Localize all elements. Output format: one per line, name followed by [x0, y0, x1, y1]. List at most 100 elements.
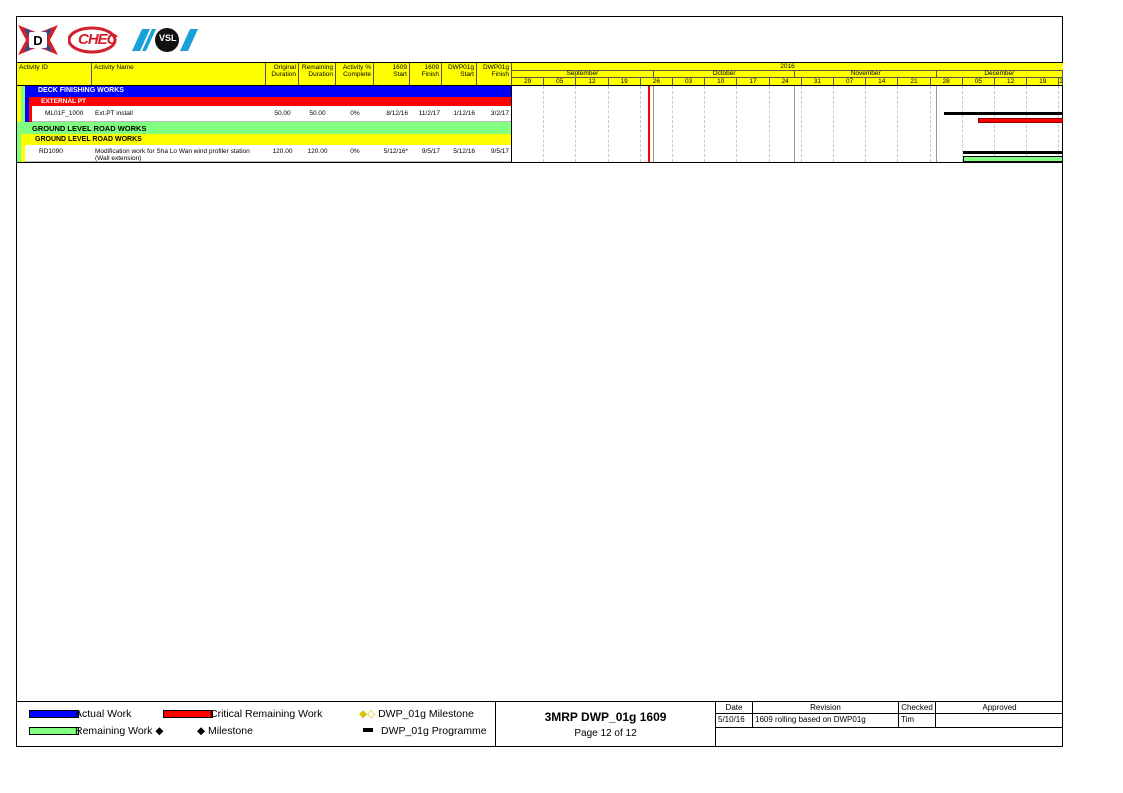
- wbs-ground-level-road-works: GROUND LEVEL ROAD WORKS: [17, 122, 511, 134]
- gantt-week-gridline: [543, 86, 545, 162]
- diamond-icon: ◆: [197, 725, 206, 737]
- timeline-month: November: [795, 70, 938, 78]
- timeline-week: 24: [770, 78, 802, 85]
- timeline-week: 2: [1059, 78, 1064, 85]
- col-activity-name: Activity Name: [92, 63, 266, 85]
- col-remaining-duration: Remaining Duration: [299, 63, 336, 85]
- finish-1609: 9/5/17: [421, 148, 440, 155]
- dwp-programme-bar-ml01f-1000: [944, 112, 1063, 115]
- col-activity-complete: Activity % Complete: [336, 63, 374, 85]
- gantt-month-gridline: [794, 86, 796, 162]
- timeline-week: 12: [576, 78, 609, 85]
- gantt-month-gridline: [652, 86, 654, 162]
- gantt-week-gridline: [865, 86, 867, 162]
- revision-table: Date Revision Checked Approved 5/10/16 1…: [716, 702, 1063, 747]
- activity-name: Ext.PT install: [95, 110, 133, 117]
- gantt-week-gridline: [897, 86, 899, 162]
- table-header: Activity ID Activity Name Original Durati…: [17, 62, 1063, 86]
- gantt-week-gridline: [704, 86, 706, 162]
- activity-id: RD1090: [39, 148, 63, 155]
- timeline-week: 14: [866, 78, 899, 85]
- vsl-logo: VSL: [130, 25, 200, 55]
- original-duration: 120.00: [272, 148, 293, 155]
- table-bottom-border: [17, 162, 1063, 163]
- col-1609-finish: 1609 Finish: [410, 63, 442, 85]
- timeline-week: 26: [641, 78, 673, 85]
- col-dwp-finish: DWP01g Finish: [477, 63, 512, 85]
- timeline-week: 05: [963, 78, 995, 85]
- rev-checked: Tim: [899, 714, 936, 728]
- start-1609: 8/12/16: [386, 110, 408, 117]
- legend-critical-swatch: [163, 710, 213, 718]
- start-dwp: 5/12/16: [453, 148, 475, 155]
- remaining-duration: 50.00: [309, 110, 326, 117]
- activity-complete: 0%: [350, 148, 360, 155]
- gantt-week-gridline: [736, 86, 738, 162]
- wbs-deck-finishing-works: DECK FINISHING WORKS: [17, 86, 511, 97]
- col-dwp-start: DWP01g Start: [442, 63, 477, 85]
- chec-logo: CHEC: [68, 25, 120, 55]
- finish-dwp: 3/2/17: [490, 110, 509, 117]
- timeline-month: December: [937, 70, 1063, 78]
- gantt-month-gridline: [936, 86, 938, 162]
- wbs-ground-level-road-works-sub: GROUND LEVEL ROAD WORKS: [17, 134, 511, 145]
- rev-header-revision: Revision: [753, 702, 899, 714]
- vsl-logo-text: VSL: [159, 33, 177, 43]
- remaining-duration: 120.00: [307, 148, 328, 155]
- legend-actual-work-swatch: [29, 710, 79, 718]
- timeline-week: 31: [802, 78, 834, 85]
- col-original-duration: Original Duration: [266, 63, 299, 85]
- timeline-month: October: [653, 70, 796, 78]
- critical-remaining-bar-ml01f-1000: [978, 118, 1063, 123]
- legend-dwp-programme-label: DWP_01g Programme: [381, 725, 487, 737]
- start-dwp: 1/12/16: [453, 110, 475, 117]
- dwp-programme-swatch: [363, 728, 373, 732]
- diamond-outline-icon: ◆: [359, 708, 368, 720]
- finish-1609: 11/2/17: [418, 110, 440, 117]
- legend-remaining-work-swatch: [29, 727, 79, 735]
- title-block: 3MRP DWP_01g 1609 Page 12 of 12: [495, 702, 716, 747]
- dragages-logo: D: [18, 25, 58, 55]
- legend-critical-label: Critical Remaining Work: [210, 708, 323, 720]
- legend-dwp-milestone: ◆◇ DWP_01g Milestone: [359, 708, 474, 720]
- original-duration: 50.00: [274, 110, 291, 117]
- timeline-week: 21: [898, 78, 931, 85]
- remaining-work-bar-rd1090: [963, 156, 1063, 162]
- diamond-icon: ◆: [155, 725, 164, 737]
- col-activity-id: Activity ID: [17, 63, 92, 85]
- dwp-programme-bar-rd1090: [963, 151, 1063, 154]
- legend-milestone: ◆ Milestone: [197, 725, 253, 737]
- diamond-outline-icon: ◇: [367, 708, 376, 720]
- wbs-title: GROUND LEVEL ROAD WORKS: [35, 136, 142, 143]
- activity-id: ML01F_1000: [45, 110, 84, 117]
- schedule-title: 3MRP DWP_01g 1609: [544, 710, 667, 724]
- timeline-week: 29: [512, 78, 545, 85]
- finish-dwp: 9/5/17: [490, 148, 509, 155]
- gantt-week-gridline: [575, 86, 577, 162]
- rev-header-checked: Checked: [899, 702, 936, 714]
- logo-strip: D CHEC VSL: [18, 24, 200, 56]
- page-number: Page 12 of 12: [574, 728, 637, 739]
- activity-complete: 0%: [350, 110, 360, 117]
- rev-description: 1609 rolling based on DWP01g: [753, 714, 899, 728]
- activity-row-rd1090[interactable]: RD1090 Modification work for Sha Lo Wan …: [17, 145, 511, 162]
- wbs-title: GROUND LEVEL ROAD WORKS: [32, 124, 147, 133]
- gantt-week-gridline: [768, 86, 770, 162]
- col-1609-start: 1609 Start: [374, 63, 410, 85]
- legend-actual-work-label: Actual Work: [75, 708, 132, 720]
- timeline-week: 17: [737, 78, 770, 85]
- timeline-week: 12: [995, 78, 1028, 85]
- timeline-week: 05: [544, 78, 577, 85]
- activity-row-ml01f-1000[interactable]: ML01F_1000 Ext.PT install 50.00 50.00 0%…: [17, 106, 511, 122]
- legend-remaining-work-label: Remaining Work ◆: [75, 725, 164, 737]
- gantt-week-gridline: [607, 86, 609, 162]
- timeline-week: 28: [931, 78, 963, 85]
- rev-date: 5/10/16: [716, 714, 753, 728]
- gantt-week-gridline: [639, 86, 641, 162]
- gantt-chart: [511, 86, 1063, 162]
- start-1609: 5/12/16*: [383, 148, 408, 155]
- rev-header-approved: Approved: [936, 702, 1063, 714]
- gantt-week-gridline: [929, 86, 931, 162]
- chec-logo-text: CHEC: [78, 31, 118, 48]
- timeline-week: 07: [834, 78, 867, 85]
